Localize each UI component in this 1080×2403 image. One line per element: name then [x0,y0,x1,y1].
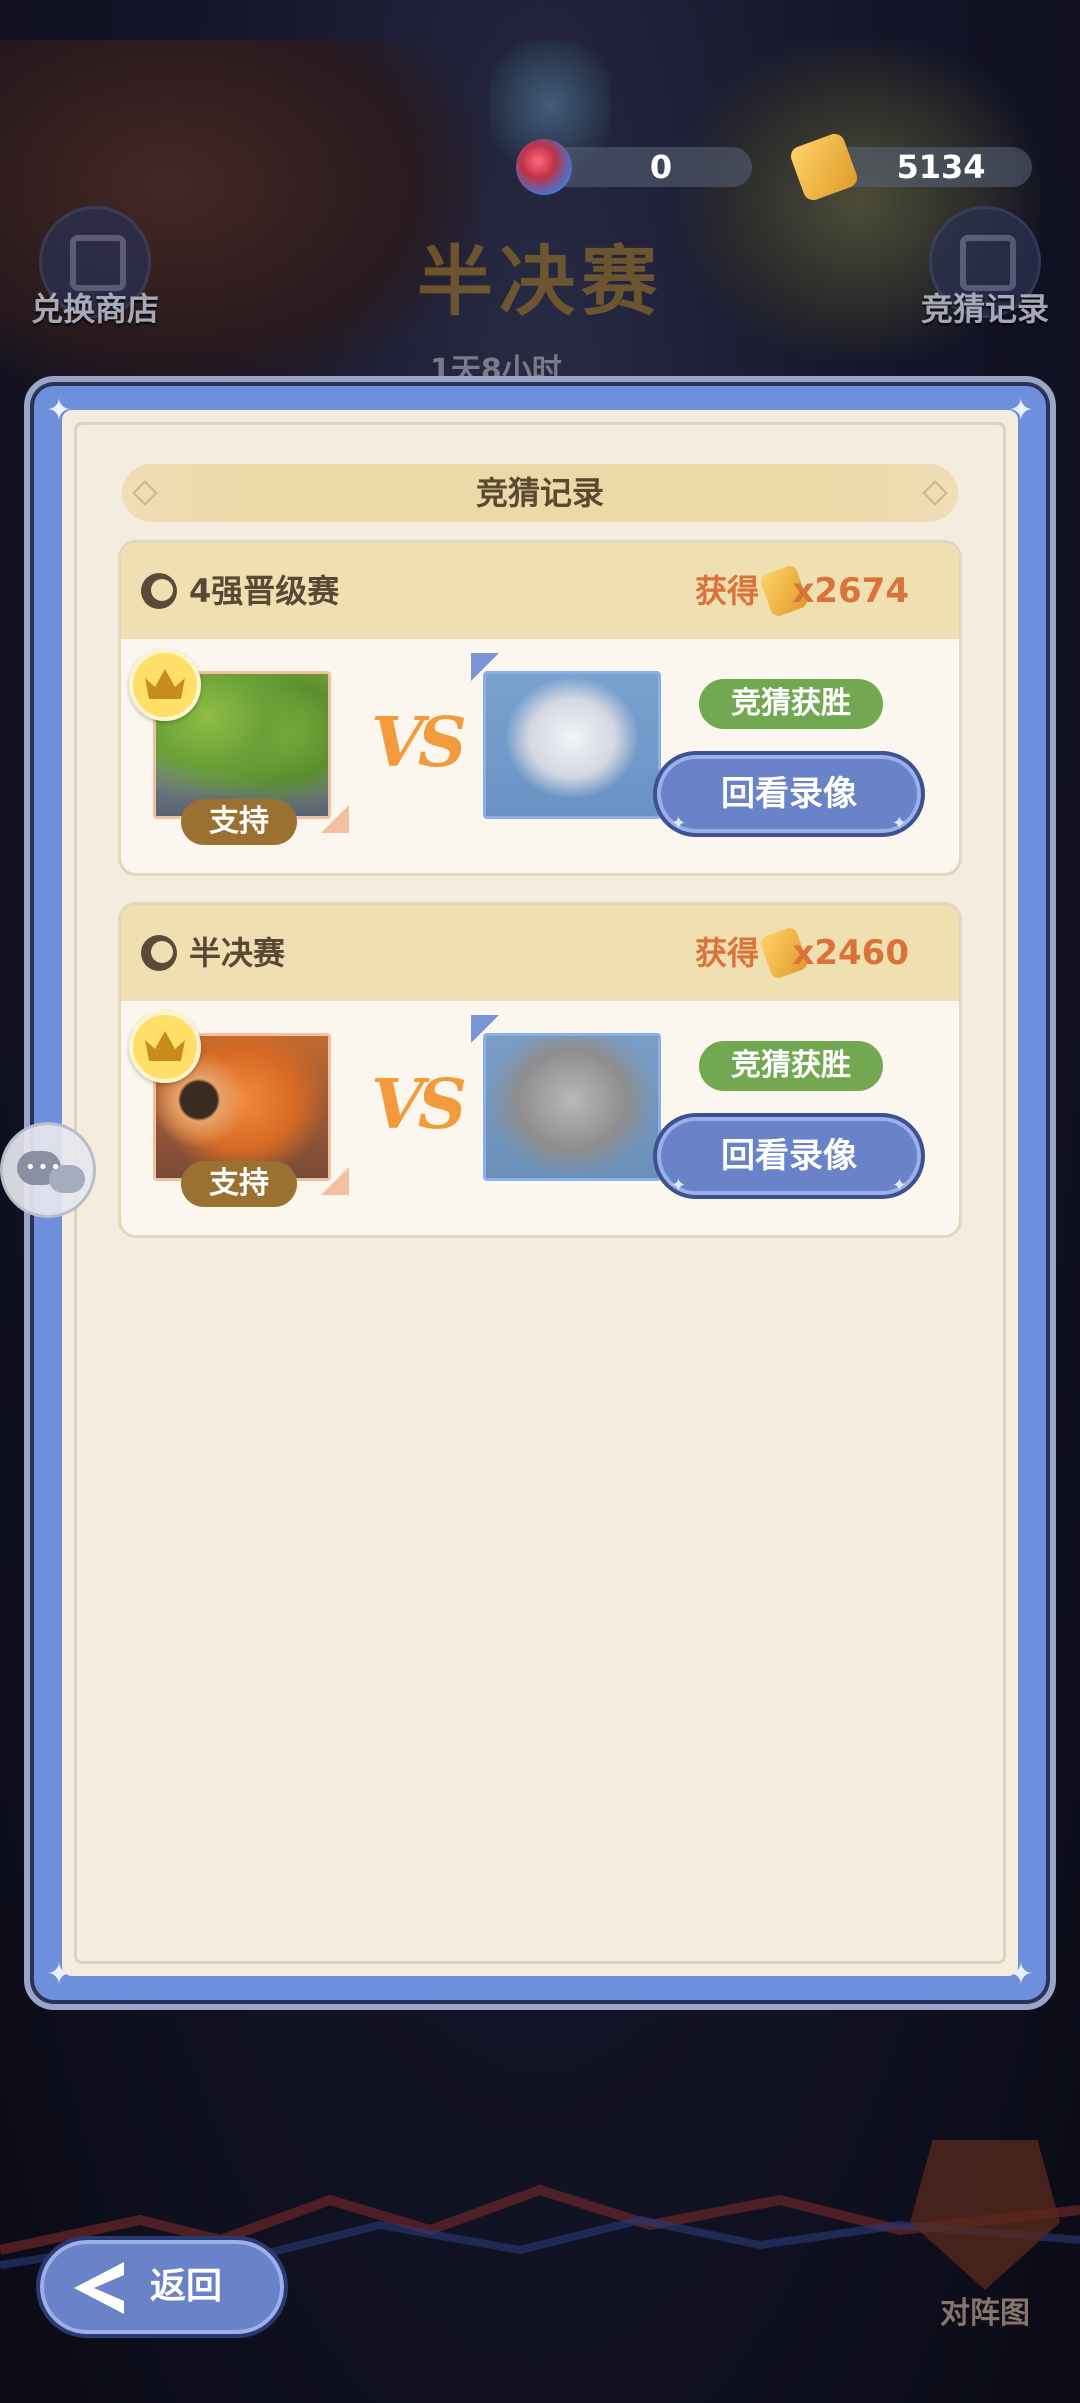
modal-header: 竞猜记录 [122,464,958,522]
chat-button[interactable]: ••• [0,1122,96,1218]
sparkle-icon: ✦ [891,1175,907,1196]
opponent-team-avatar [483,671,661,819]
earn-label: 获得 [694,572,759,610]
winner-crown-badge [129,1011,201,1083]
opponent-team-avatar [483,1033,661,1181]
moon-icon [141,573,177,609]
earn-amount: x2460 [792,933,909,973]
record-header: 4强晋级赛 获得 x2674 [121,543,959,639]
vs-label: VS [371,1065,467,1145]
sparkle-icon: ✦ [671,1175,687,1196]
ticket-count: 5134 [896,148,986,186]
sparkle-icon: ✦ [891,813,907,834]
bet-record-card: 4强晋级赛 获得 x2674 支持 VS 竞猜获胜 ✦ 回看录像 ✦ [118,540,962,876]
sparkle-icon: ✦ [671,813,687,834]
moon-icon [141,935,177,971]
crown-icon [145,1031,185,1061]
record-header: 半决赛 获得 x2460 [121,905,959,1001]
result-badge: 竞猜获胜 [699,679,883,729]
crossed-swords-icon [910,2140,1060,2290]
back-button[interactable]: 返回 [36,2236,288,2338]
round-name: 4强晋级赛 [189,572,340,610]
replay-button[interactable]: ✦ 回看录像 ✦ [653,751,925,837]
bet-record-modal: ✦ ✦ ✦ ✦ 竞猜记录 4强晋级赛 获得 x2674 支持 VS 竞猜获胜 ✦… [24,376,1056,2010]
bet-record-card: 半决赛 获得 x2460 支持 VS 竞猜获胜 ✦ 回看录像 ✦ [118,902,962,1238]
support-tag: 支持 [181,799,297,845]
gem-icon [516,139,572,195]
round-name: 半决赛 [189,934,286,972]
support-tag: 支持 [181,1161,297,1207]
replay-label: 回看录像 [721,774,857,814]
bracket-button[interactable]: 对阵图 [900,2140,1070,2331]
chat-dots-icon: ••• [25,1157,63,1178]
replay-label: 回看录像 [721,1136,857,1176]
gem-count: 0 [649,148,673,186]
back-label: 返回 [150,2266,223,2307]
vs-label: VS [371,703,467,783]
ticket-counter: 5134 [788,131,1032,203]
earn-amount: x2674 [792,571,909,611]
modal-title: 竞猜记录 [475,474,604,512]
earn-label: 获得 [694,934,759,972]
crown-icon [145,669,185,699]
modal-content: 竞猜记录 4强晋级赛 获得 x2674 支持 VS 竞猜获胜 ✦ 回看录像 ✦ … [62,410,1018,1976]
winner-crown-badge [129,649,201,721]
replay-button[interactable]: ✦ 回看录像 ✦ [653,1113,925,1199]
result-badge: 竞猜获胜 [699,1041,883,1091]
bracket-label: 对阵图 [940,2296,1030,2331]
gem-counter: 0 [516,139,752,195]
stage-title: 半决赛 [417,237,663,326]
back-arrow-icon [74,2262,124,2314]
